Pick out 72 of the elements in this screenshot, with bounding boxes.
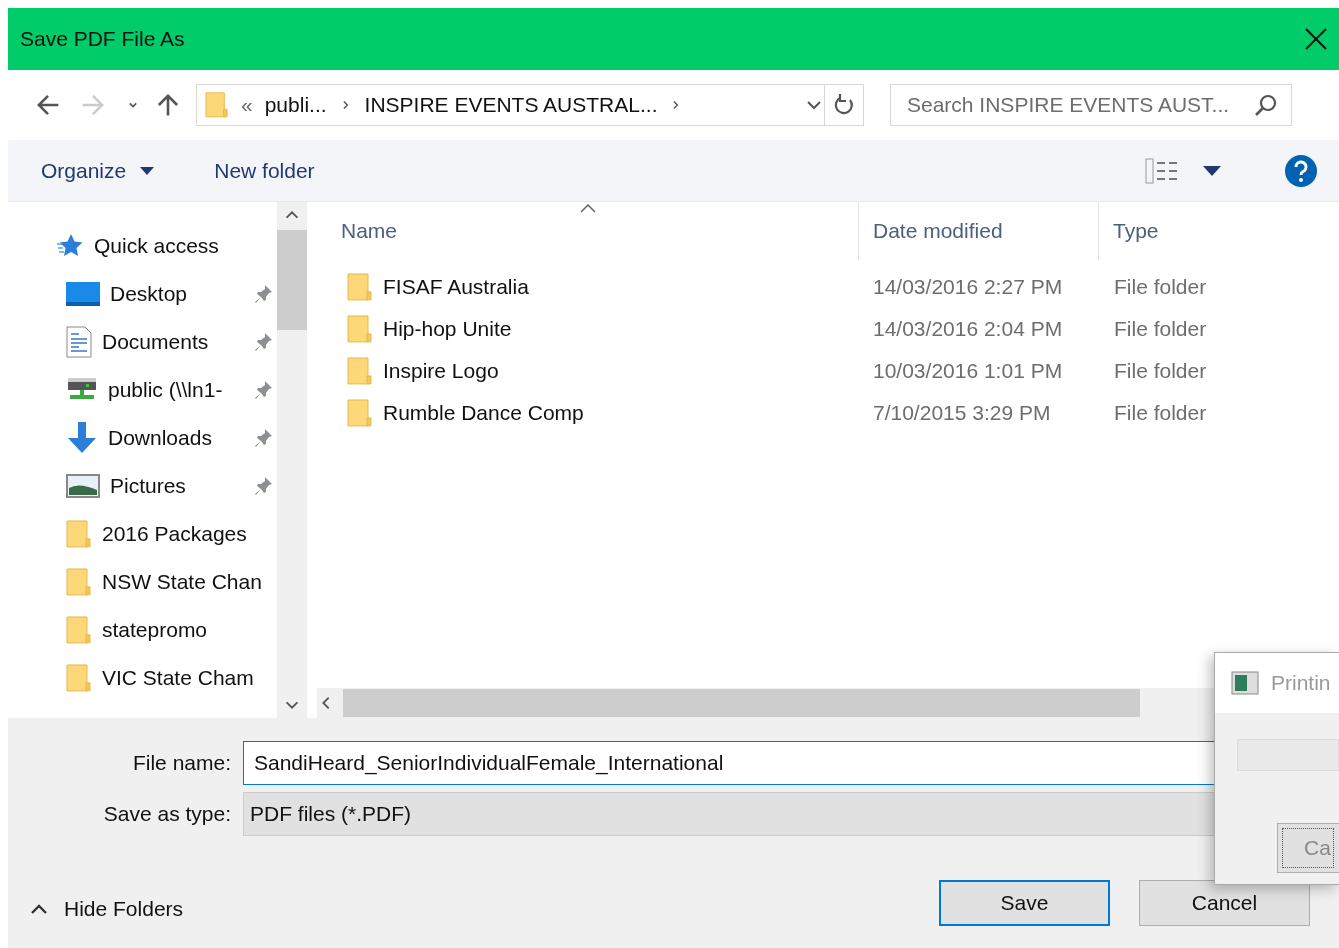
address-bar[interactable]: « publi... INSPIRE EVENTS AUSTRAL... — [196, 84, 864, 126]
back-arrow-icon[interactable] — [35, 92, 61, 118]
window-title: Save PDF File As — [20, 27, 185, 51]
pin-icon[interactable] — [253, 284, 273, 304]
file-name[interactable]: Rumble Dance Comp — [383, 401, 584, 425]
file-name[interactable]: FISAF Australia — [383, 275, 529, 299]
column-header[interactable]: Type — [1099, 202, 1339, 260]
type-cell-text: File folder — [1114, 401, 1208, 425]
scroll-thumb[interactable] — [343, 689, 1140, 717]
scroll-thumb[interactable] — [277, 230, 307, 330]
field-label: File name: — [131, 751, 232, 775]
breadcrumb[interactable]: publi... — [264, 93, 327, 117]
star-icon — [56, 233, 84, 259]
type-cell-text: File folder — [1114, 317, 1208, 341]
sidebar-item[interactable]: statepromo — [8, 606, 277, 654]
sidebar-item[interactable]: Desktop — [8, 270, 277, 318]
close-icon[interactable] — [1305, 28, 1327, 50]
type-cell-text: File folder — [1114, 359, 1208, 383]
folder-icon — [66, 615, 92, 645]
folder-icon — [66, 567, 92, 597]
file-name[interactable]: Hip-hop Unite — [383, 317, 512, 341]
sidebar-item[interactable]: public (\\ln1- — [8, 366, 277, 414]
document-icon — [66, 326, 92, 358]
sidebar-item[interactable]: VIC State Cham — [8, 654, 277, 702]
organize-menu[interactable]: Organize — [41, 154, 155, 187]
field-label: Save as type: — [102, 802, 232, 826]
sidebar-item[interactable]: Documents — [8, 318, 277, 366]
folder-icon — [205, 91, 229, 119]
help-icon[interactable] — [1285, 154, 1317, 187]
folder-icon — [347, 272, 373, 302]
date-cell-text: 14/03/2016 2:27 PM — [873, 275, 1064, 299]
dialog-title: Printin — [1271, 671, 1331, 695]
new-folder-button[interactable]: New folder — [214, 154, 315, 187]
cancel-button[interactable]: Cancel — [1139, 880, 1310, 926]
sidebar-item[interactable]: Downloads — [8, 414, 277, 462]
file-name[interactable]: Inspire Logo — [383, 359, 499, 383]
search-icon[interactable] — [1254, 93, 1278, 117]
date-cell-text: 10/03/2016 1:01 PM — [873, 359, 1064, 383]
pictures-icon — [66, 474, 100, 498]
caret-icon[interactable] — [1203, 165, 1221, 176]
pin-icon[interactable] — [253, 332, 273, 352]
monitor-icon — [66, 282, 100, 306]
hide-folders-button[interactable]: Hide Folders — [30, 897, 184, 921]
sidebar-item[interactable]: Quick access — [8, 222, 277, 270]
download-icon — [66, 422, 98, 454]
sort-caret-icon — [579, 204, 596, 213]
folder-icon — [66, 663, 92, 693]
save-button[interactable]: Save — [939, 880, 1110, 926]
date-cell-text: 7/10/2015 3:29 PM — [873, 401, 1052, 425]
column-header[interactable]: Name — [317, 202, 859, 260]
date-cell-text: 14/03/2016 2:04 PM — [873, 317, 1064, 341]
folder-icon — [347, 356, 373, 386]
caret-icon — [140, 166, 155, 175]
sidebar-item[interactable]: 2016 Packages — [8, 510, 277, 558]
search-field[interactable]: Search INSPIRE EVENTS AUST... — [890, 84, 1292, 126]
pin-icon[interactable] — [253, 476, 273, 496]
folder-icon — [66, 519, 92, 549]
up-arrow-icon[interactable] — [155, 92, 181, 118]
vertical-scrollbar[interactable] — [277, 202, 307, 718]
column-header[interactable]: Date modified — [859, 202, 1099, 260]
folder-icon — [347, 398, 373, 428]
refresh-icon[interactable] — [833, 93, 855, 117]
overflow-crumb[interactable]: « — [241, 93, 253, 117]
type-cell-text: File folder — [1114, 275, 1208, 299]
folder-icon — [347, 314, 373, 344]
sidebar-item[interactable]: Pictures — [8, 462, 277, 510]
chevron-up-icon — [30, 903, 48, 915]
breadcrumb[interactable]: INSPIRE EVENTS AUSTRAL... — [364, 93, 658, 117]
sidebar-item[interactable]: NSW State Chan — [8, 558, 277, 606]
pin-icon[interactable] — [253, 428, 273, 448]
pin-icon[interactable] — [253, 380, 273, 400]
window-icon — [1231, 671, 1259, 695]
